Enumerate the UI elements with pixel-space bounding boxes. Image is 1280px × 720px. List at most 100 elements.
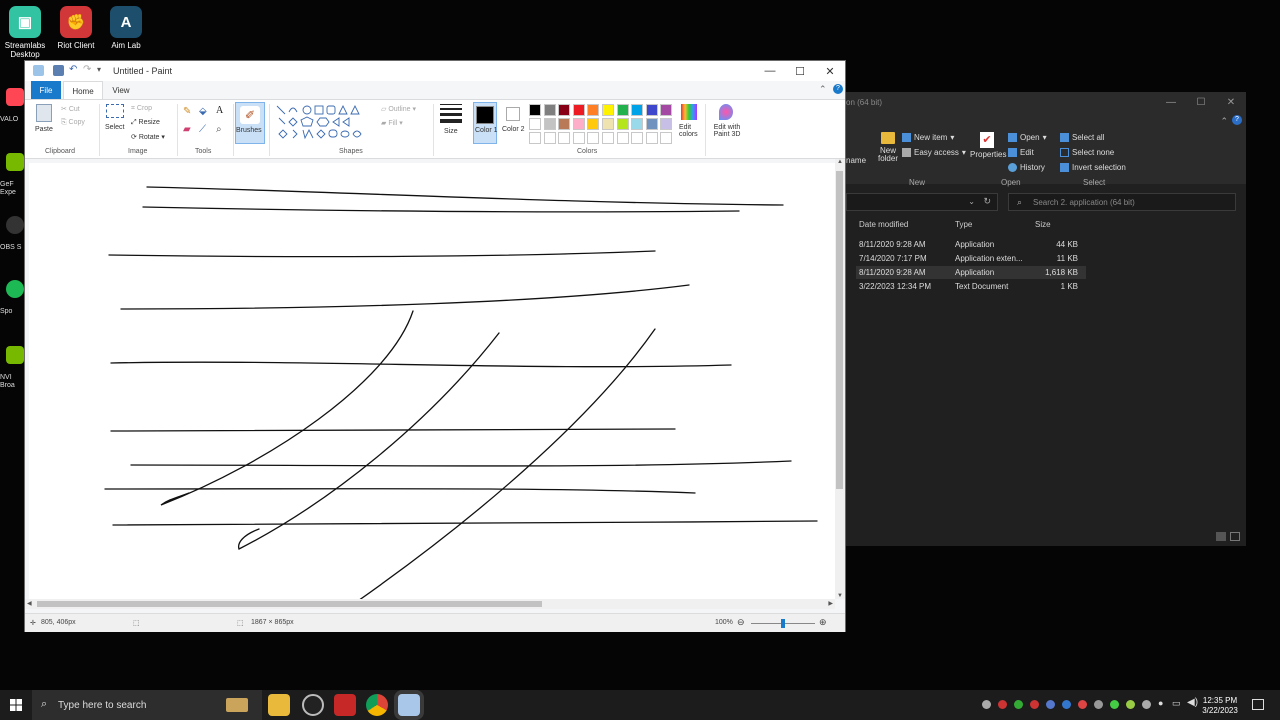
file-row[interactable]: 8/11/2020 9:28 AM Application 1,618 KB [856,266,1086,279]
dropdown-chevron-icon[interactable]: ⌄ [968,197,975,206]
close-icon[interactable]: ✕ [815,61,845,81]
tray-icon[interactable] [1014,700,1023,709]
edit-with-paint3d-button[interactable]: Edit with Paint 3D [707,104,745,138]
crop-button[interactable]: ⌗ Crop [131,105,152,113]
resize-button[interactable]: ⤢ Resize [131,119,160,127]
paint-taskbar-icon[interactable] [398,694,420,716]
pencil-icon[interactable]: ✎ [183,106,191,117]
microphone-icon[interactable]: ● [1158,698,1163,708]
outline-dropdown[interactable]: ▱ Outline ▾ [381,105,416,113]
copy-button[interactable]: ⎘ Copy [61,119,85,127]
scroll-down-icon[interactable]: ▼ [837,593,843,599]
volume-icon[interactable]: ◀) [1187,697,1198,708]
zoom-slider-thumb[interactable] [781,619,785,628]
tray-icon[interactable] [998,700,1007,709]
scroll-left-icon[interactable]: ◀ [27,600,32,607]
select-all-button[interactable]: Select all [1060,133,1104,142]
eraser-icon[interactable]: ▰ [183,124,191,135]
palette-color-swatch[interactable] [558,104,571,116]
custom-color-slot[interactable] [602,132,614,144]
history-button[interactable]: History [1008,163,1045,172]
customize-qat-icon[interactable]: ▾ [97,65,101,74]
palette-color-swatch[interactable] [543,118,556,130]
custom-color-slot[interactable] [660,132,673,144]
custom-color-slot[interactable] [558,132,571,144]
custom-color-slot[interactable] [645,132,658,144]
tray-icon[interactable] [982,700,991,709]
tray-icon[interactable] [1110,700,1119,709]
palette-color-swatch[interactable] [572,118,585,130]
scroll-right-icon[interactable]: ▶ [828,600,833,607]
column-header-date-modified[interactable]: Date modified [859,220,908,229]
close-icon[interactable]: ✕ [1216,92,1246,112]
tray-icon[interactable] [1126,700,1135,709]
desktop-icon-geforce[interactable]: GeF Expe [0,145,26,205]
custom-color-slot[interactable] [543,132,556,144]
palette-color-swatch[interactable] [645,118,658,130]
palette-color-swatch[interactable] [543,104,556,116]
desktop-icon-nvidia-broadcast[interactable]: NVI Broa [0,338,26,398]
file-row[interactable]: 7/14/2020 7:17 PM Application exten... 1… [856,252,1086,265]
tray-icon[interactable] [1094,700,1103,709]
edit-colors-button[interactable]: Edit colors [675,104,703,138]
custom-color-slot[interactable] [572,132,585,144]
palette-color-swatch[interactable] [558,118,571,130]
column-header-type[interactable]: Type [955,220,972,229]
tray-icon[interactable] [1046,700,1055,709]
desktop-icon-riot-client[interactable]: ✊ Riot Client [51,6,101,50]
large-icons-view-icon[interactable] [1230,532,1240,541]
desktop-icon-obs[interactable]: OBS S [0,208,26,260]
scroll-up-icon[interactable]: ▲ [837,159,843,165]
horizontal-scroll-thumb[interactable] [37,601,542,607]
red-app-taskbar-icon[interactable] [334,694,356,716]
help-icon[interactable]: ? [1232,115,1242,125]
maximize-icon[interactable]: ☐ [785,61,815,81]
zoom-slider[interactable] [751,619,815,628]
shapes-gallery[interactable] [275,104,375,144]
drawing-canvas[interactable] [29,163,835,603]
undo-icon[interactable]: ↶ [69,64,77,75]
palette-color-swatch[interactable] [660,104,673,116]
open-button[interactable]: Open ▾ [1008,133,1047,142]
palette-color-swatch[interactable] [602,104,614,116]
taskbar-search-input[interactable]: ⌕ Type here to search [32,690,262,720]
collapse-ribbon-icon[interactable]: ⌃ [819,84,827,95]
new-folder-button[interactable]: New folder [876,132,900,163]
cut-button[interactable]: ✂ Cut [61,105,80,113]
new-item-button[interactable]: New item ▾ [902,133,954,142]
palette-color-swatch[interactable] [587,104,600,116]
tray-icon[interactable] [1142,700,1151,709]
column-header-size[interactable]: Size [1035,220,1051,229]
explorer-titlebar[interactable]: on (64 bit) — ☐ ✕ [846,92,1246,112]
custom-color-slot[interactable] [631,132,644,144]
details-view-icon[interactable] [1216,532,1226,541]
rotate-button[interactable]: ⟳ Rotate ▾ [131,133,165,141]
zoom-in-icon[interactable]: ⊕ [819,617,827,628]
palette-color-swatch[interactable] [587,118,600,130]
file-row[interactable]: 8/11/2020 9:28 AM Application 44 KB [856,238,1086,251]
palette-color-swatch[interactable] [572,104,585,116]
palette-color-swatch[interactable] [529,104,541,116]
horizontal-scrollbar[interactable]: ◀ ▶ [25,599,835,609]
tray-icon[interactable] [1078,700,1087,709]
refresh-icon[interactable]: ↻ [983,196,991,207]
network-icon[interactable]: ▭ [1172,698,1181,709]
palette-color-swatch[interactable] [631,104,644,116]
select-none-button[interactable]: Select none [1060,148,1114,157]
notification-center-icon[interactable] [1252,699,1264,710]
paint-window[interactable]: ↶ ↷ ▾ Untitled - Paint — ☐ ✕ File Home V… [24,60,846,632]
desktop-icon-aim-lab[interactable]: A Aim Lab [101,6,151,50]
chrome-taskbar-icon[interactable] [366,694,388,716]
desktop-icon-valorant[interactable]: VALO [0,80,26,132]
size-button[interactable]: Size [437,104,465,135]
fill-dropdown[interactable]: ▰ Fill ▾ [381,119,403,127]
start-button[interactable] [0,690,32,720]
text-icon[interactable]: A [216,105,223,116]
paint-titlebar[interactable]: ↶ ↷ ▾ Untitled - Paint — ☐ ✕ [25,61,845,81]
palette-color-swatch[interactable] [616,118,629,130]
desktop-icon-spotify[interactable]: Spo [0,272,26,324]
taskbar-clock[interactable]: 12:35 PM 3/22/2023 [1198,696,1242,716]
custom-color-slot[interactable] [616,132,629,144]
tray-icon[interactable] [1062,700,1071,709]
edit-button[interactable]: Edit [1008,148,1034,157]
